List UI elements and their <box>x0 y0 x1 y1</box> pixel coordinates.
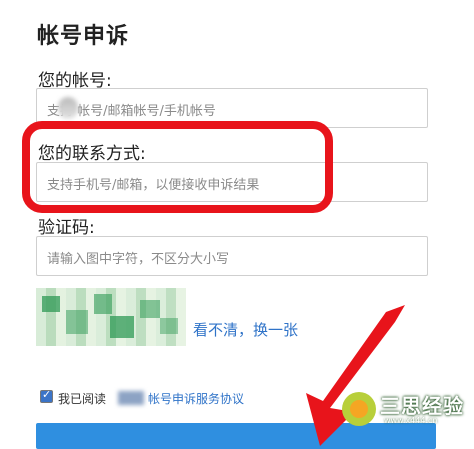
agree-text: 我已阅读 <box>58 392 107 406</box>
agreement-link[interactable]: 帐号申诉服务协议 <box>148 390 244 407</box>
watermark-logo-icon <box>342 392 376 426</box>
highlight-box <box>22 121 333 213</box>
agree-checkbox[interactable] <box>40 388 53 403</box>
redaction-blur <box>118 391 144 405</box>
refresh-captcha-link[interactable]: 看不清，换一张 <box>193 319 298 340</box>
captcha-image[interactable] <box>36 288 186 346</box>
captcha-placeholder: 请输入图中字符，不区分大小写 <box>47 252 230 267</box>
redaction-blur <box>58 97 78 119</box>
watermark-url: www.x444.cn <box>384 416 438 425</box>
watermark: 三思经验 www.x444.cn <box>340 388 468 428</box>
watermark-name: 三思经验 <box>380 394 464 418</box>
captcha-input[interactable]: 请输入图中字符，不区分大小写 <box>36 236 428 276</box>
page-title: 帐号申诉 <box>37 24 130 49</box>
captcha-label: 验证码: <box>38 218 95 238</box>
